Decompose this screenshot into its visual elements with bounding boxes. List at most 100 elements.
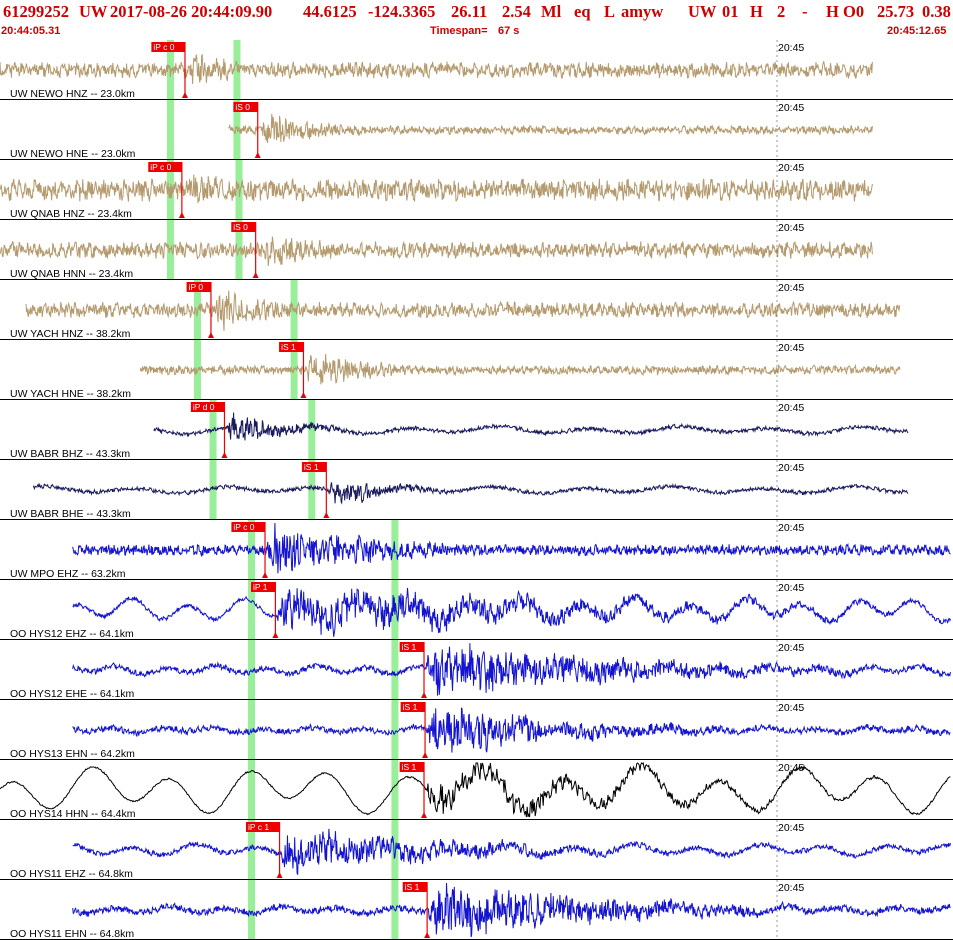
magnitude-type: Ml <box>541 2 562 21</box>
separator-dash: - <box>802 2 808 21</box>
channel-row[interactable]: iP 1 20:45 OO HYS12 EHZ -- 64.1km <box>0 580 953 640</box>
waveform-trace <box>139 353 901 385</box>
seismogram-panel[interactable]: iP c 0 20:45 UW NEWO HNZ -- 23.0km iS 0 20:4… <box>0 40 953 940</box>
event-type: eq <box>574 2 591 21</box>
waveform-trace <box>25 290 901 331</box>
channel-row[interactable]: iS 1 20:45 OO HYS13 EHN -- 64.2km <box>0 700 953 760</box>
channel-label: UW BABR BHZ -- 43.3km <box>10 448 130 460</box>
channel-label: OO HYS11 EHZ -- 64.8km <box>10 868 133 880</box>
channel-row[interactable]: iP c 0 20:45 UW QNAB HNZ -- 23.4km <box>0 160 953 220</box>
pick-marker-icon <box>421 692 428 698</box>
time-tick-label: 20:45 <box>778 462 804 474</box>
channel-label: OO HYS13 EHN -- 64.2km <box>10 748 135 760</box>
channel-label: OO HYS14 HHN -- 64.4km <box>10 808 136 820</box>
time-tick-label: 20:45 <box>778 642 804 654</box>
phase-pick-label: iS 0 <box>233 222 248 232</box>
pick-marker-icon <box>207 332 214 338</box>
arrival-window-bar <box>391 640 399 700</box>
subsource: O0 <box>843 2 865 21</box>
waveform-trace <box>0 761 951 818</box>
phase-pick-label: iS 0 <box>235 102 250 112</box>
pick-marker-icon <box>181 92 188 98</box>
time-tick-label: 20:45 <box>778 582 804 594</box>
arrival-window-bar <box>166 220 174 280</box>
depth: 26.11 <box>451 2 488 21</box>
phase-pick-label: iP 1 <box>253 582 268 592</box>
pick-marker-icon <box>323 512 330 518</box>
time-tick-label: 20:45 <box>778 882 804 894</box>
version: 01 <box>722 2 739 21</box>
channel-label: UW MPO EHZ -- 63.2km <box>10 568 126 580</box>
time-tick-label: 20:45 <box>778 222 804 234</box>
waveform-trace <box>0 236 873 266</box>
channel-row[interactable]: iP c 0 20:45 UW NEWO HNZ -- 23.0km <box>0 40 953 100</box>
waveform-trace <box>72 522 951 574</box>
channel-row[interactable]: iP d 0 20:45 UW BABR BHZ -- 43.3km <box>0 400 953 460</box>
time-tick-label: 20:45 <box>778 762 804 774</box>
pick-marker-icon <box>300 392 307 398</box>
waveform-trace <box>0 174 873 204</box>
waveform-trace <box>72 707 951 753</box>
channel-label: OO HYS12 EHE -- 64.1km <box>10 688 135 700</box>
source-network: UW <box>688 2 717 21</box>
phase-pick-label: iS 1 <box>281 342 296 352</box>
phase-pick-label: iS 1 <box>304 462 319 472</box>
waveform-trace <box>153 412 909 441</box>
timespan-label: Timespan= <box>430 25 488 37</box>
channel-row[interactable]: iS 1 20:45 OO HYS11 EHN -- 64.8km <box>0 880 953 940</box>
time-tick-label: 20:45 <box>778 522 804 534</box>
pick-marker-icon <box>421 812 428 818</box>
phase-pick-label: iS 1 <box>402 642 417 652</box>
phase-pick-label: iP c 0 <box>233 522 254 532</box>
arrival-window-bar <box>391 820 399 880</box>
channel-row[interactable]: iS 0 20:45 UW NEWO HNE -- 23.0km <box>0 100 953 160</box>
event-summary-line: 61299252 UW 2017-08-26 20:44:09.90 44.61… <box>0 1 953 23</box>
channel-label: UW YACH HNE -- 38.2km <box>10 388 131 400</box>
count: 2 <box>777 2 786 21</box>
solution-flag: H <box>826 2 839 21</box>
time-range-line: 20:44:05.31 Timespan= 67 s 20:45:12.65 <box>0 24 953 38</box>
pick-marker-icon <box>178 212 185 218</box>
arrival-window-bar <box>308 400 316 460</box>
channel-row[interactable]: iP 0 20:45 UW YACH HNZ -- 38.2km <box>0 280 953 340</box>
phase-pick-label: iP c 0 <box>153 42 174 52</box>
pick-marker-icon <box>221 452 228 458</box>
author: amyw <box>621 2 664 21</box>
phase-pick-label: iP d 0 <box>193 402 215 412</box>
origin-datetime: 2017-08-26 20:44:09.90 <box>110 2 273 21</box>
time-tick-label: 20:45 <box>778 822 804 834</box>
channel-row[interactable]: iS 1 20:45 OO HYS12 EHE -- 64.1km <box>0 640 953 700</box>
channel-row[interactable]: iS 1 20:45 UW BABR BHE -- 43.3km <box>0 460 953 520</box>
channel-row[interactable]: iS 0 20:45 UW QNAB HNN -- 23.4km <box>0 220 953 280</box>
phase-pick-label: iS 1 <box>402 762 417 772</box>
arrival-window-bar <box>248 880 256 940</box>
channel-label: OO HYS11 EHN -- 64.8km <box>10 928 134 940</box>
waveform-trace <box>72 828 951 875</box>
channel-row[interactable]: iP c 0 20:45 UW MPO EHZ -- 63.2km <box>0 520 953 580</box>
phase-pick-label: iS 1 <box>405 882 420 892</box>
waveform-trace <box>72 643 951 696</box>
arrival-window-bar <box>248 760 256 820</box>
latitude: 44.6125 <box>303 2 357 21</box>
pick-marker-icon <box>272 632 279 638</box>
pick-marker-icon <box>424 932 431 938</box>
longitude: -124.3365 <box>368 2 436 21</box>
channel-row[interactable]: iS 1 20:45 UW YACH HNE -- 38.2km <box>0 340 953 400</box>
rms: 0.38 <box>922 2 951 21</box>
channel-label: UW NEWO HNE -- 23.0km <box>10 148 136 160</box>
channel-label: UW QNAB HNZ -- 23.4km <box>10 208 132 220</box>
time-tick-label: 20:45 <box>778 42 804 54</box>
pick-marker-icon <box>276 872 283 878</box>
time-tick-label: 20:45 <box>778 282 804 294</box>
channel-row[interactable]: iP c 1 20:45 OO HYS11 EHZ -- 64.8km <box>0 820 953 880</box>
pick-marker-icon <box>262 572 269 578</box>
phase-pick-label: iP c 0 <box>150 162 171 172</box>
phase-pick-label: iP 0 <box>189 282 204 292</box>
channel-row[interactable]: iS 1 20:45 OO HYS14 HHN -- 64.4km <box>0 760 953 820</box>
time-tick-label: 20:45 <box>778 402 804 414</box>
distance: 25.73 <box>877 2 915 21</box>
pick-marker-icon <box>422 752 429 758</box>
location-flag: L <box>604 2 616 21</box>
phase-pick-label: iP c 1 <box>248 822 269 832</box>
seismogram-canvas[interactable]: iP c 0 20:45 UW NEWO HNZ -- 23.0km iS 0 20:4… <box>0 40 953 940</box>
